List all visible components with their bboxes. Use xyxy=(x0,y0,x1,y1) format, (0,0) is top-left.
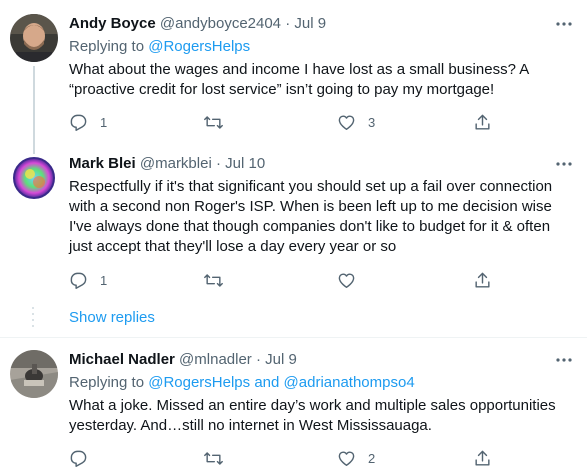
retweet-button[interactable] xyxy=(203,112,236,132)
display-name[interactable]: Mark Blei xyxy=(69,155,136,172)
timestamp[interactable]: Jul 10 xyxy=(225,155,265,172)
separator: · xyxy=(255,351,261,368)
replying-to: Replying to @RogersHelps xyxy=(69,37,250,57)
reply-count: 1 xyxy=(100,114,108,130)
more-icon[interactable] xyxy=(553,350,575,370)
replying-to-label: Replying to xyxy=(69,374,145,391)
reply-icon xyxy=(70,272,87,289)
more-icon[interactable] xyxy=(553,154,575,174)
mention-link[interactable]: @RogersHelps xyxy=(148,38,250,55)
timestamp[interactable]: Jul 9 xyxy=(265,351,297,368)
share-icon xyxy=(475,272,490,288)
mention-link[interactable]: @RogersHelps xyxy=(148,374,250,391)
display-name[interactable]: Andy Boyce xyxy=(69,15,156,32)
display-name[interactable]: Michael Nadler xyxy=(69,351,175,368)
separator: · xyxy=(215,155,221,172)
share-icon xyxy=(475,114,490,130)
thread-continuation-dots xyxy=(32,307,35,331)
show-replies-link[interactable]: Show replies xyxy=(69,308,155,328)
reply-count: 1 xyxy=(100,272,108,288)
tweet-text: What a joke. Missed an entire day’s work… xyxy=(69,397,556,434)
thread-line xyxy=(33,66,35,155)
replying-to: Replying to @RogersHelps and @adrianatho… xyxy=(69,373,415,393)
share-button[interactable] xyxy=(473,112,492,132)
reply-icon xyxy=(70,114,87,131)
retweet-icon xyxy=(204,451,223,465)
tweet-andy-boyce[interactable]: Andy Boyce @andyboyce2404 · Jul 9 Replyi… xyxy=(0,0,587,155)
heart-icon xyxy=(338,114,355,130)
like-count: 2 xyxy=(368,450,376,466)
tweet-mark-blei[interactable]: Mark Blei @markblei · Jul 10 Respectfull… xyxy=(0,145,587,300)
thread-line xyxy=(33,145,35,154)
retweet-button[interactable] xyxy=(203,448,236,468)
heart-icon xyxy=(338,272,355,288)
tweet-text: Respectfully if it's that significant yo… xyxy=(69,178,553,255)
like-button[interactable]: 3 xyxy=(337,112,375,132)
reply-button[interactable]: 1 xyxy=(69,270,107,290)
tweet-michael-nadler[interactable]: Michael Nadler @mlnadler · Jul 9 Replyin… xyxy=(0,338,587,473)
like-button[interactable] xyxy=(337,270,368,290)
tweet-actions: 2 xyxy=(69,448,499,468)
retweet-button[interactable] xyxy=(203,270,236,290)
avatar[interactable] xyxy=(10,154,58,202)
share-icon xyxy=(475,450,490,466)
reply-icon xyxy=(70,450,87,467)
tweet-header: Andy Boyce @andyboyce2404 · Jul 9 xyxy=(69,14,326,34)
handle[interactable]: @mlnadler xyxy=(179,351,252,368)
timestamp[interactable]: Jul 9 xyxy=(294,15,326,32)
reply-button[interactable] xyxy=(69,448,100,468)
share-button[interactable] xyxy=(473,270,492,290)
handle[interactable]: @markblei xyxy=(140,155,212,172)
like-button[interactable]: 2 xyxy=(337,448,375,468)
mention-link[interactable]: @adrianathompso4 xyxy=(284,374,415,391)
handle[interactable]: @andyboyce2404 xyxy=(160,15,281,32)
like-count: 3 xyxy=(368,114,376,130)
reply-button[interactable]: 1 xyxy=(69,112,107,132)
separator: · xyxy=(285,15,291,32)
tweet-header: Mark Blei @markblei · Jul 10 xyxy=(69,154,265,174)
share-button[interactable] xyxy=(473,448,492,468)
more-icon[interactable] xyxy=(553,14,575,34)
avatar[interactable] xyxy=(10,350,58,398)
tweet-actions: 1 xyxy=(69,270,499,290)
tweet-actions: 1 3 xyxy=(69,112,499,132)
avatar[interactable] xyxy=(10,14,58,62)
tweet-header: Michael Nadler @mlnadler · Jul 9 xyxy=(69,350,297,370)
tweet-text: What about the wages and income I have l… xyxy=(69,61,529,98)
replying-to-label: Replying to xyxy=(69,38,145,55)
replying-joiner: and xyxy=(254,374,280,391)
retweet-icon xyxy=(204,273,223,287)
retweet-icon xyxy=(204,115,223,129)
heart-icon xyxy=(338,450,355,466)
